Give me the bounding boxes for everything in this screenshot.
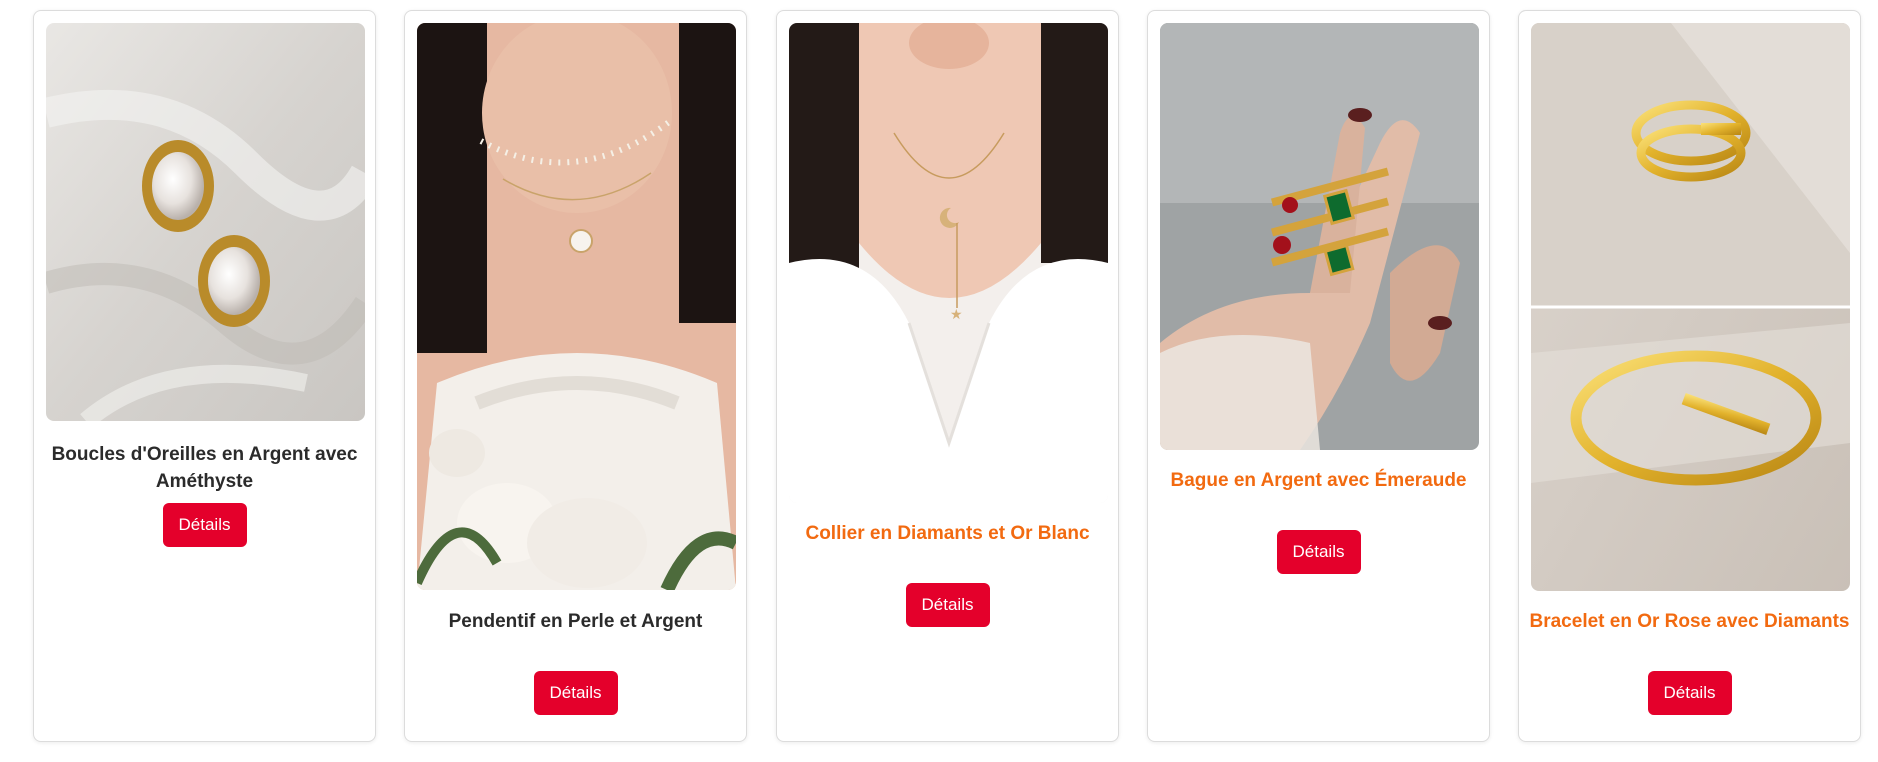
gold-bracelet-image[interactable] [1531, 23, 1850, 591]
product-card: Bracelet en Or Rose avec Diamants Détail… [1518, 10, 1861, 742]
product-title: Boucles d'Oreilles en Argent avec Améthy… [51, 444, 358, 492]
product-card: Pendentif en Perle et Argent Détails [404, 10, 747, 742]
details-button[interactable]: Détails [1276, 530, 1361, 574]
emerald-rings-image[interactable] [1160, 23, 1479, 450]
svg-text:★: ★ [950, 307, 963, 323]
details-button[interactable]: Détails [905, 583, 990, 627]
product-title: Collier en Diamants et Or Blanc [805, 523, 1090, 544]
product-card: ★ Collier en Diamants et Or Blanc Détail… [776, 10, 1119, 742]
product-card: Bague en Argent avec Émeraude Détails [1147, 10, 1490, 742]
moon-necklace-image[interactable]: ★ [789, 23, 1108, 503]
product-title: Bracelet en Or Rose avec Diamants [1529, 611, 1850, 632]
pearl-necklace-image[interactable] [417, 23, 736, 590]
details-button[interactable]: Détails [162, 503, 247, 547]
product-card: Boucles d'Oreilles en Argent avec Améthy… [33, 10, 376, 742]
product-title: Pendentif en Perle et Argent [448, 611, 703, 632]
details-button[interactable]: Détails [1647, 671, 1732, 715]
pearl-earrings-image[interactable] [46, 23, 365, 421]
product-grid: Boucles d'Oreilles en Argent avec Améthy… [0, 0, 1878, 762]
details-button[interactable]: Détails [533, 671, 618, 715]
product-title: Bague en Argent avec Émeraude [1170, 470, 1467, 491]
